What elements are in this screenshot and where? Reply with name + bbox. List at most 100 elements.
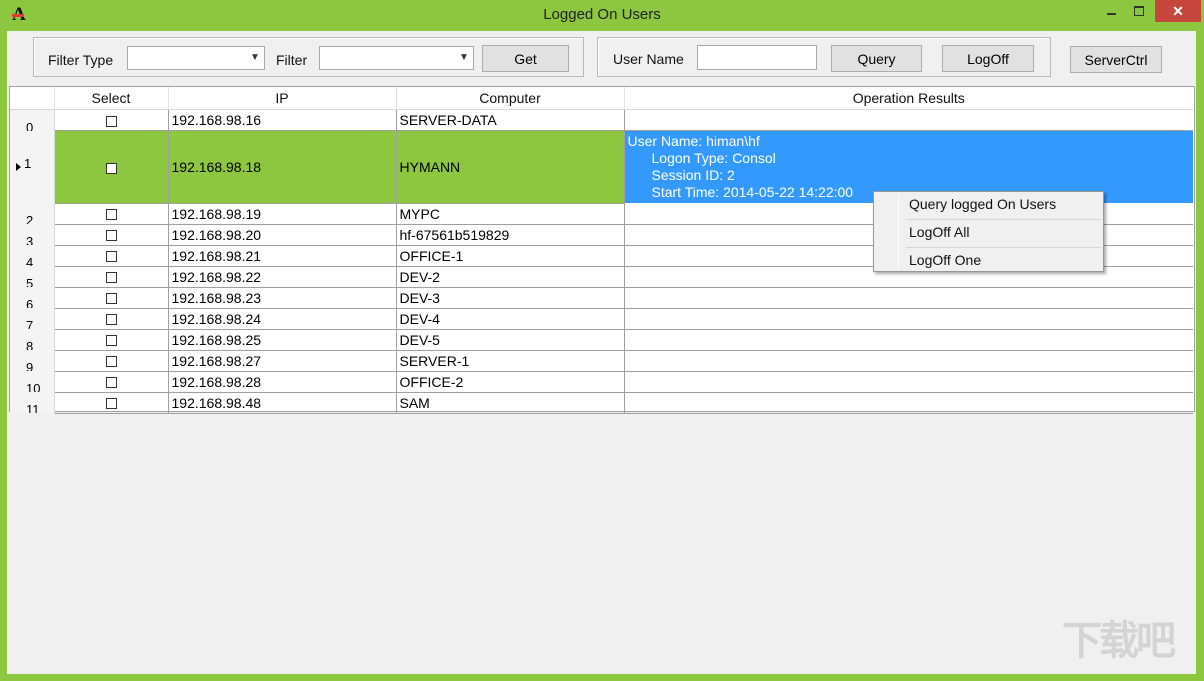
user-name-label: User Name bbox=[613, 51, 684, 67]
row-header[interactable]: 5 bbox=[10, 266, 55, 287]
toolbar: Filter Type ▼ Filter ▼ Get User Name Que… bbox=[7, 31, 1196, 85]
computer-cell[interactable]: SAM bbox=[396, 392, 625, 414]
computer-cell[interactable]: SERVER-1 bbox=[396, 350, 625, 372]
computer-cell[interactable]: DEV-2 bbox=[396, 266, 625, 288]
ip-cell[interactable]: 192.168.98.21 bbox=[168, 245, 397, 267]
filter-type-select[interactable]: ▼ bbox=[127, 46, 265, 70]
get-button[interactable]: Get bbox=[482, 45, 569, 72]
row-header[interactable]: 7 bbox=[10, 308, 55, 329]
row-header[interactable]: 4 bbox=[10, 245, 55, 266]
menu-separator bbox=[906, 247, 1101, 248]
row-checkbox[interactable] bbox=[105, 272, 117, 284]
computer-cell[interactable]: DEV-4 bbox=[396, 308, 625, 330]
title-bar[interactable]: A Logged On Users ✕ bbox=[0, 0, 1204, 31]
results-cell[interactable] bbox=[624, 109, 1193, 131]
results-cell[interactable] bbox=[624, 350, 1193, 372]
ip-cell[interactable]: 192.168.98.16 bbox=[168, 109, 397, 131]
select-cell bbox=[54, 224, 169, 246]
computer-cell[interactable]: SERVER-DATA bbox=[396, 109, 625, 131]
ip-cell[interactable]: 192.168.98.20 bbox=[168, 224, 397, 246]
select-cell bbox=[54, 350, 169, 372]
results-cell[interactable] bbox=[624, 329, 1193, 351]
serverctrl-button[interactable]: ServerCtrl bbox=[1070, 46, 1162, 73]
computer-cell[interactable]: DEV-3 bbox=[396, 287, 625, 309]
row-checkbox[interactable] bbox=[105, 230, 117, 242]
table-row[interactable]: 7 192.168.98.24 DEV-4 bbox=[10, 308, 1193, 330]
computer-cell[interactable]: DEV-5 bbox=[396, 329, 625, 351]
logoff-button[interactable]: LogOff bbox=[942, 45, 1034, 72]
row-checkbox[interactable] bbox=[105, 377, 117, 389]
results-cell[interactable] bbox=[624, 392, 1193, 414]
ip-cell[interactable]: 192.168.98.24 bbox=[168, 308, 397, 330]
row-number: 2 bbox=[26, 213, 34, 224]
computer-cell[interactable]: OFFICE-1 bbox=[396, 245, 625, 267]
row-checkbox[interactable] bbox=[105, 335, 117, 347]
row-checkbox[interactable] bbox=[105, 314, 117, 326]
ip-cell[interactable]: 192.168.98.27 bbox=[168, 350, 397, 372]
menu-item-logoff-one[interactable]: LogOff One bbox=[909, 252, 981, 268]
row-number: 7 bbox=[26, 318, 34, 329]
row-header[interactable]: 1 bbox=[10, 130, 55, 203]
computer-cell[interactable]: HYMANN bbox=[396, 130, 625, 204]
computer-cell[interactable]: OFFICE-2 bbox=[396, 371, 625, 393]
corner-header[interactable] bbox=[10, 87, 55, 110]
row-checkbox[interactable] bbox=[105, 398, 117, 410]
column-header-computer[interactable]: Computer bbox=[396, 87, 625, 110]
menu-item-logoff-all[interactable]: LogOff All bbox=[909, 224, 969, 240]
results-cell[interactable] bbox=[624, 371, 1193, 393]
ip-cell[interactable]: 192.168.98.19 bbox=[168, 203, 397, 225]
maximize-button[interactable] bbox=[1126, 0, 1152, 22]
table-row[interactable]: 6 192.168.98.23 DEV-3 bbox=[10, 287, 1193, 309]
row-number: 5 bbox=[26, 276, 34, 287]
row-header[interactable]: 6 bbox=[10, 287, 55, 308]
close-button[interactable]: ✕ bbox=[1155, 0, 1201, 22]
table-row[interactable]: 10 192.168.98.28 OFFICE-2 bbox=[10, 371, 1193, 393]
menu-gutter bbox=[898, 194, 899, 269]
row-header[interactable]: 3 bbox=[10, 224, 55, 245]
table-row[interactable]: 8 192.168.98.25 DEV-5 bbox=[10, 329, 1193, 351]
column-header-select[interactable]: Select bbox=[54, 87, 169, 110]
row-checkbox[interactable] bbox=[105, 115, 117, 127]
row-header[interactable]: 0 bbox=[10, 109, 55, 131]
maximize-icon bbox=[1134, 6, 1144, 16]
table-row[interactable]: 0 192.168.98.16 SERVER-DATA bbox=[10, 109, 1193, 131]
ip-cell[interactable]: 192.168.98.18 bbox=[168, 130, 397, 204]
ip-cell[interactable]: 192.168.98.25 bbox=[168, 329, 397, 351]
row-checkbox[interactable] bbox=[105, 162, 117, 174]
select-cell bbox=[54, 392, 169, 414]
select-cell bbox=[54, 266, 169, 288]
table-row[interactable]: 9 192.168.98.27 SERVER-1 bbox=[10, 350, 1193, 372]
minimize-icon bbox=[1106, 13, 1116, 15]
current-row-arrow-icon bbox=[16, 162, 21, 171]
window-title: Logged On Users bbox=[543, 6, 661, 23]
row-checkbox[interactable] bbox=[105, 251, 117, 263]
column-header-results[interactable]: Operation Results bbox=[624, 87, 1193, 110]
ip-cell[interactable]: 192.168.98.28 bbox=[168, 371, 397, 393]
row-header[interactable]: 10 bbox=[10, 371, 55, 392]
row-header[interactable]: 2 bbox=[10, 203, 55, 224]
ip-cell[interactable]: 192.168.98.22 bbox=[168, 266, 397, 288]
results-cell[interactable] bbox=[624, 287, 1193, 309]
row-header[interactable]: 8 bbox=[10, 329, 55, 350]
row-checkbox[interactable] bbox=[105, 209, 117, 221]
context-menu: Query logged On Users LogOff All LogOff … bbox=[873, 191, 1104, 272]
table-row[interactable]: 11 192.168.98.48 SAM bbox=[10, 392, 1193, 414]
row-checkbox[interactable] bbox=[105, 356, 117, 368]
results-cell[interactable] bbox=[624, 308, 1193, 330]
filter-type-label: Filter Type bbox=[48, 52, 114, 68]
ip-cell[interactable]: 192.168.98.23 bbox=[168, 287, 397, 309]
row-checkbox[interactable] bbox=[105, 293, 117, 305]
column-header-ip[interactable]: IP bbox=[168, 87, 397, 110]
computer-cell[interactable]: MYPC bbox=[396, 203, 625, 225]
user-name-input[interactable] bbox=[697, 45, 817, 70]
query-button[interactable]: Query bbox=[831, 45, 922, 72]
menu-item-query-logged-on-users[interactable]: Query logged On Users bbox=[909, 196, 1056, 212]
row-header[interactable]: 9 bbox=[10, 350, 55, 371]
filter-label: Filter bbox=[276, 52, 308, 68]
minimize-button[interactable] bbox=[1098, 0, 1124, 22]
filter-select[interactable]: ▼ bbox=[319, 46, 474, 70]
computer-cell[interactable]: hf-67561b519829 bbox=[396, 224, 625, 246]
row-header[interactable]: 11 bbox=[10, 392, 55, 413]
ip-cell[interactable]: 192.168.98.48 bbox=[168, 392, 397, 414]
row-number: 4 bbox=[26, 255, 34, 266]
